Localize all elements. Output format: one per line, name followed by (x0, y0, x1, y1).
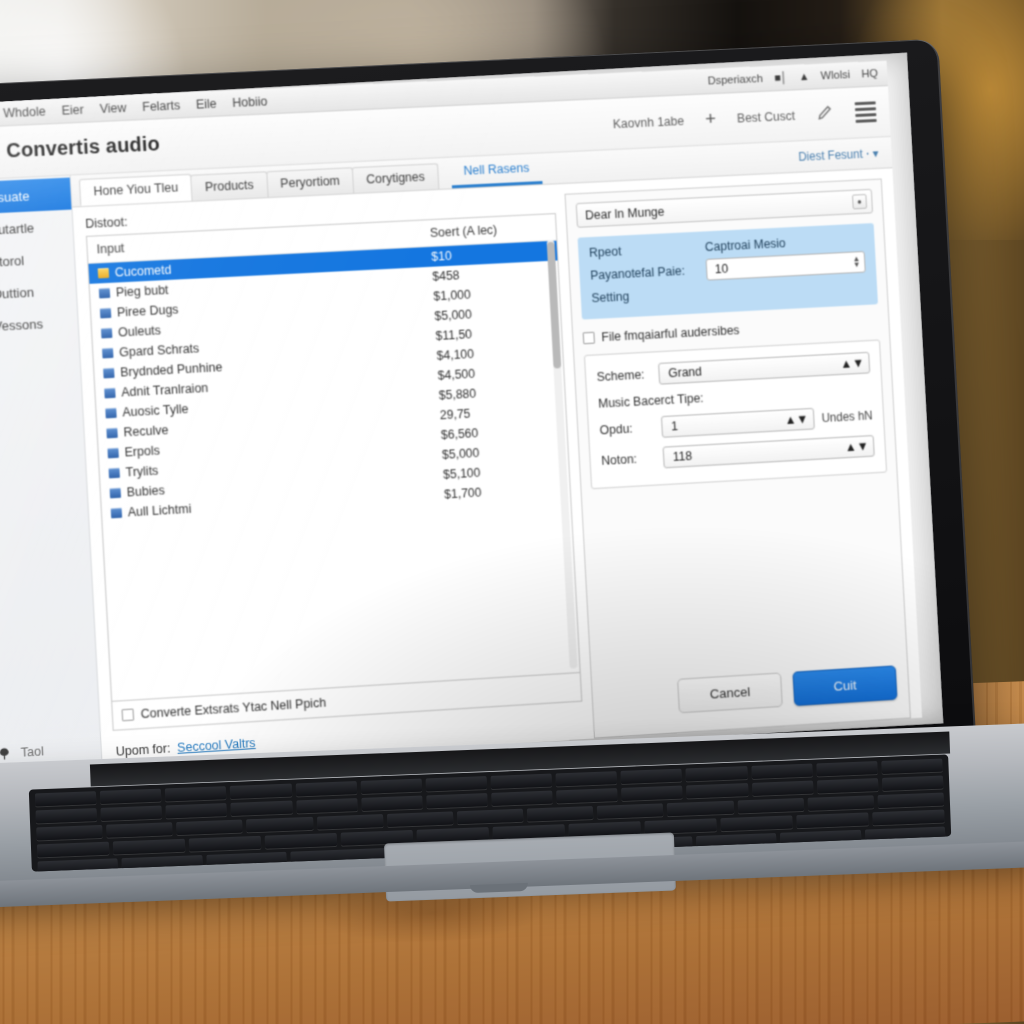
list-rows: Cucometd $10 Pieg bubt $458 Piree Dugs $… (88, 240, 579, 701)
tab-corytignes[interactable]: Corytignes (351, 163, 440, 194)
menu-item-2[interactable]: View (99, 100, 126, 115)
pencil-icon[interactable] (815, 103, 834, 125)
tab-products[interactable]: Products (190, 171, 269, 201)
noton-row: Noton: 118 ▲▼ (601, 435, 875, 472)
main-content: Hone Yiou Tleu Products Peryortiom Coryt… (70, 136, 923, 770)
sidebar-item-label: Outtion (0, 284, 35, 302)
row-icon (97, 267, 110, 279)
highlight-label-2: Payanotefal Paie: (589, 263, 686, 283)
tab-peryortiom[interactable]: Peryortiom (265, 167, 355, 198)
laptop-screen: Whdole Eier View Felarts Eile Hobiio Dsp… (0, 52, 944, 776)
picker-icon[interactable]: ● (851, 193, 868, 210)
header-actions: Kaovnh 1abe + Best Cusct (612, 101, 877, 135)
menu-extra-text: HQ (861, 67, 879, 80)
right-pane-spacer (591, 473, 897, 672)
settings-group: Scheme: Grand ▲▼ Music Bacerct Tipe: Opd… (583, 339, 888, 490)
file-option-checkbox[interactable] (582, 331, 595, 345)
tree-icon (0, 745, 12, 762)
row-icon (103, 367, 115, 379)
spinner-arrows-icon[interactable]: ▲▼ (852, 254, 860, 269)
left-pane: Distoot: Input Soert (A lec) Cucometd $1… (85, 194, 584, 769)
convert-extras-label: Converte Extsrats Ytac Nell Ppich (140, 695, 327, 722)
plus-icon[interactable]: + (705, 109, 717, 130)
row-icon (110, 507, 123, 519)
row-icon (102, 347, 114, 359)
menu-item-4[interactable]: Eile (196, 96, 217, 111)
opdu-label: Opdu: (599, 421, 633, 438)
column-header-value: Soert (A lec) (429, 222, 498, 241)
window-body: Insuate Cutartle Storol Outtion Vessons … (0, 136, 923, 776)
row-icon (105, 407, 117, 419)
status-text: Dsperiaxch (707, 72, 764, 87)
highlight-label-1: Rpeot (588, 244, 622, 260)
page-title: Convertis audio (5, 133, 161, 163)
spinner-arrows-icon[interactable]: ▲▼ (844, 439, 868, 454)
row-icon (109, 487, 122, 499)
sidebar-item-label: Storol (0, 252, 25, 270)
opdu-row: Opdu: 1 ▲▼ Undes hN (599, 405, 873, 442)
file-option-label: File fmqaiarful audersibes (601, 323, 740, 345)
menu-item-5[interactable]: Hobiio (232, 94, 268, 110)
noton-label: Noton: (600, 452, 638, 468)
wifi-icon[interactable]: ▲ (799, 71, 810, 83)
scheme-label: Scheme: (596, 367, 645, 385)
spinner-arrows-icon[interactable]: ▲▼ (784, 412, 808, 427)
row-icon (106, 427, 118, 439)
sidebar-bottom-label: Taol (20, 744, 45, 760)
noton-value: 118 (672, 449, 693, 464)
header-spacer (160, 124, 613, 145)
menu-item-3[interactable]: Felarts (142, 98, 181, 114)
opdu-spinner[interactable]: 1 ▲▼ (660, 407, 815, 438)
opdu-suffix: Undes hN (821, 408, 873, 426)
sidebar-item-label: Insuate (0, 188, 30, 206)
scheme-select[interactable]: Grand ▲▼ (658, 351, 871, 385)
row-icon (104, 387, 116, 399)
application-window: Whdole Eier View Felarts Eile Hobiio Dsp… (0, 60, 923, 776)
spinner-arrows-icon[interactable]: ▲▼ (840, 356, 864, 371)
confirm-button[interactable]: Cuit (792, 665, 898, 707)
row-icon (98, 287, 111, 299)
highlight-value-1: Captroai Mesio (704, 236, 787, 255)
row-value: $1,700 (443, 485, 482, 502)
input-list[interactable]: Input Soert (A lec) Cucometd $10 Pieg bu… (85, 213, 581, 702)
row-icon (108, 467, 120, 479)
hamburger-icon[interactable] (854, 101, 877, 123)
scheme-value: Grand (667, 364, 703, 381)
convert-extras-checkbox[interactable] (121, 708, 135, 722)
row-icon (99, 307, 112, 319)
footer-link[interactable]: Seccool Valtrs (177, 736, 256, 755)
destination-combo[interactable]: Dear ln Munge ● (575, 188, 874, 228)
tab-bar-dropdown[interactable]: Diest Fesunt ⋅ ▾ (798, 146, 893, 172)
noton-spinner[interactable]: 118 ▲▼ (662, 435, 875, 469)
menu-bar-status-area: Dsperiaxch ■│ ▲ Wlolsi HQ (707, 67, 878, 86)
header-label-2[interactable]: Best Cusct (737, 109, 796, 125)
tab-hone-yiou-tleu[interactable]: Hone Yiou Tleu (78, 173, 193, 207)
highlight-label-3: Setting (591, 289, 630, 306)
right-pane: Dear ln Munge ● Rpeot Captroai Mesio Pay… (564, 178, 911, 739)
header-label-1[interactable]: Kaovnh 1abe (613, 114, 685, 131)
opdu-value: 1 (670, 419, 679, 434)
cancel-button[interactable]: Cancel (677, 672, 783, 714)
battery-icon[interactable]: ■│ (774, 72, 788, 84)
scheme-row: Scheme: Grand ▲▼ (596, 351, 871, 388)
tab-nell-rasens[interactable]: Nell Rasens (450, 155, 543, 189)
row-icon (107, 447, 119, 459)
payanotefal-value: 10 (714, 261, 729, 277)
row-icon (100, 327, 113, 339)
clock-text: Wlolsi (820, 68, 851, 82)
menu-item-0[interactable]: Whdole (3, 104, 46, 120)
payanotefal-spinner[interactable]: 10 ▲ ▼ (705, 250, 866, 281)
highlight-settings-block: Rpeot Captroai Mesio Payanotefal Paie: 1… (577, 223, 879, 320)
laptop: Whdole Eier View Felarts Eile Hobiio Dsp… (0, 0, 1024, 1024)
sidebar-item-label: Cutartle (0, 219, 35, 238)
sidebar-item-label: Vessons (0, 315, 44, 334)
panes-container: Distoot: Input Soert (A lec) Cucometd $1… (72, 168, 922, 769)
destination-combo-value: Dear ln Munge (584, 204, 665, 222)
menu-item-1[interactable]: Eier (61, 102, 84, 117)
